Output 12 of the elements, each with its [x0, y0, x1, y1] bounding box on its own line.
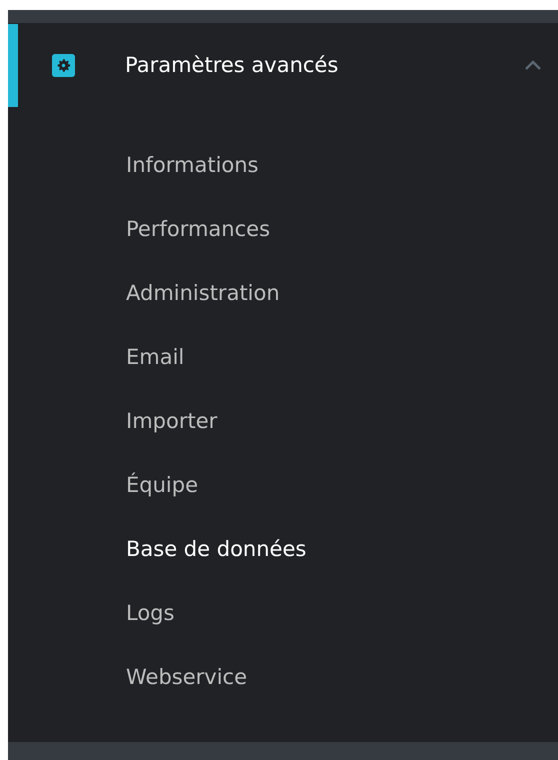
section-header[interactable]: Paramètres avancés	[8, 23, 558, 108]
submenu-link[interactable]: Performances	[126, 214, 270, 246]
submenu-link[interactable]: Équipe	[126, 470, 198, 502]
submenu-link[interactable]: Email	[126, 342, 184, 374]
submenu-link[interactable]: Webservice	[126, 662, 248, 694]
submenu-link[interactable]: Informations	[126, 150, 259, 182]
submenu-link[interactable]: Logs	[126, 598, 174, 630]
submenu-link[interactable]: Importer	[126, 406, 218, 438]
gear-icon	[52, 54, 75, 77]
section-title: Paramètres avancés	[125, 52, 338, 79]
submenu-link[interactable]: Administration	[126, 278, 280, 310]
submenu-link[interactable]: Base de données	[126, 534, 306, 566]
